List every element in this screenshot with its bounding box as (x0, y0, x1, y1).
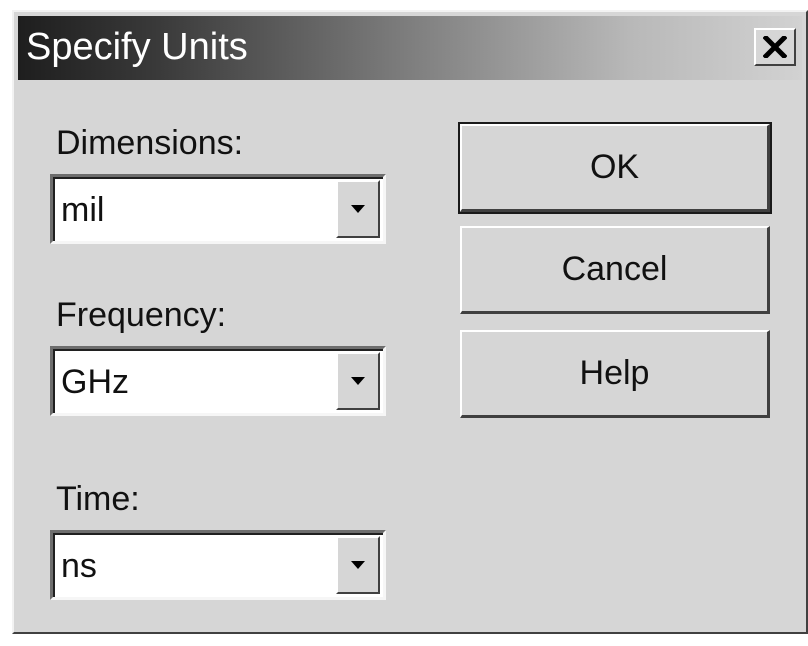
time-value: ns (61, 547, 97, 585)
dropdown-arrow-icon (351, 377, 365, 385)
dropdown-arrow-icon (351, 561, 365, 569)
dimensions-select[interactable]: mil (50, 174, 386, 244)
frequency-select[interactable]: GHz (50, 346, 386, 416)
time-label: Time: (56, 480, 140, 518)
dimensions-value: mil (61, 191, 105, 229)
dimensions-label: Dimensions: (56, 124, 244, 162)
specify-units-dialog: Specify Units Dimensions: mil Frequency:… (12, 10, 808, 634)
cancel-button[interactable]: Cancel (460, 226, 770, 314)
frequency-label: Frequency: (56, 296, 227, 334)
time-select[interactable]: ns (50, 530, 386, 600)
dropdown-arrow-icon (351, 205, 365, 213)
ok-button[interactable]: OK (458, 122, 772, 214)
title-bar[interactable]: Specify Units (18, 16, 802, 80)
close-x-icon (763, 36, 787, 58)
time-dropdown-button[interactable] (336, 536, 380, 594)
help-button[interactable]: Help (460, 330, 770, 418)
close-button[interactable] (754, 28, 796, 66)
frequency-value: GHz (61, 363, 129, 401)
frequency-dropdown-button[interactable] (336, 352, 380, 410)
dimensions-dropdown-button[interactable] (336, 180, 380, 238)
window-title: Specify Units (26, 26, 248, 68)
